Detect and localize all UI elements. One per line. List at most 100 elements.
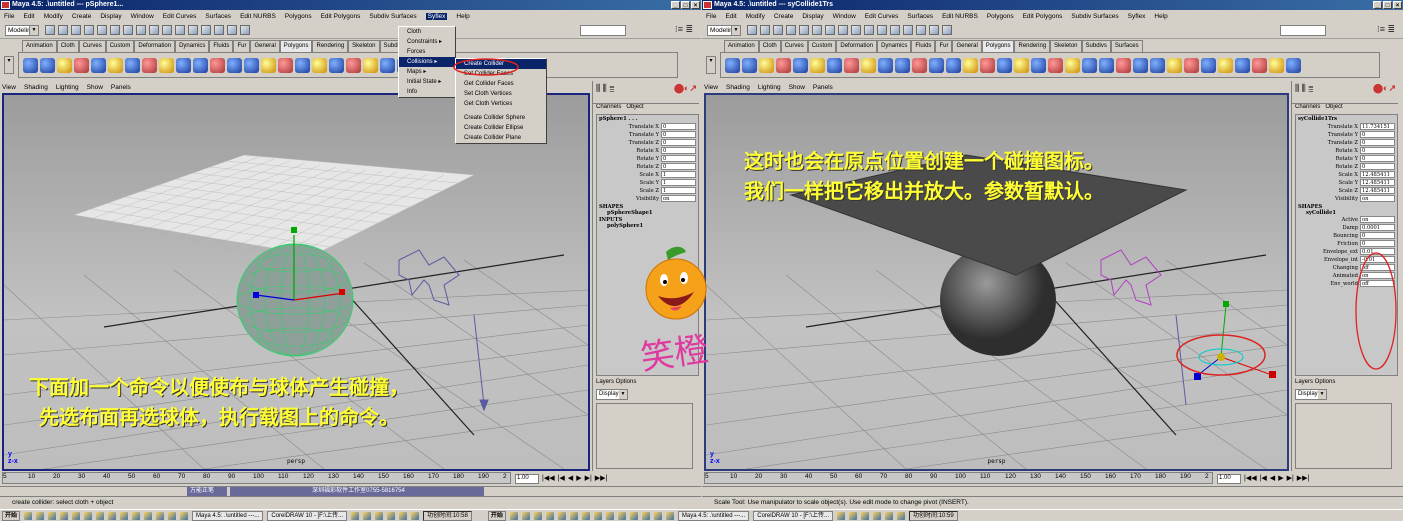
- tray-icon[interactable]: [837, 511, 846, 520]
- quicklaunch-icon[interactable]: [521, 511, 530, 520]
- shelf-tool-icon[interactable]: [23, 57, 38, 73]
- mask-surfaces-icon[interactable]: [162, 25, 172, 35]
- menu-display[interactable]: Display: [802, 13, 823, 20]
- shelf-tool-icon[interactable]: [1031, 57, 1046, 73]
- step-forward-icon[interactable]: ▶|: [585, 474, 592, 482]
- quicklaunch-icon[interactable]: [605, 511, 614, 520]
- shelf-tool-icon[interactable]: [363, 57, 378, 73]
- layer-list[interactable]: [1295, 403, 1392, 469]
- current-frame-field[interactable]: 1.00: [515, 474, 539, 484]
- quicklaunch-icon[interactable]: [617, 511, 626, 520]
- taskbar-button-maya[interactable]: Maya 4.5: .\untitled ---...: [192, 510, 264, 521]
- menu-edit-curves[interactable]: Edit Curves: [163, 13, 197, 20]
- tab-fur[interactable]: Fur: [935, 40, 953, 52]
- tab-dynamics[interactable]: Dynamics: [175, 40, 210, 52]
- menu-edit-nurbs[interactable]: Edit NURBS: [942, 13, 978, 20]
- mask-handles-icon[interactable]: [825, 25, 835, 35]
- mode-dropdown[interactable]: Modeling: [707, 25, 741, 36]
- shelf-tool-icon[interactable]: [1065, 57, 1080, 73]
- menu-syflex[interactable]: Syflex: [1128, 13, 1146, 20]
- quicklaunch-icon[interactable]: [96, 511, 105, 520]
- menu-edit[interactable]: Edit: [23, 13, 34, 20]
- mask-surfaces-icon[interactable]: [864, 25, 874, 35]
- go-to-end-icon[interactable]: ▶▶|: [595, 474, 608, 482]
- select-hierarchy-icon[interactable]: [84, 25, 94, 35]
- shelf-tool-icon[interactable]: [759, 57, 774, 73]
- panel-menu-lighting[interactable]: Lighting: [758, 84, 781, 91]
- quicklaunch-icon[interactable]: [569, 511, 578, 520]
- go-to-end-icon[interactable]: ▶▶|: [1297, 474, 1310, 482]
- tab-general[interactable]: General: [250, 40, 280, 52]
- current-frame-field[interactable]: 1.00: [1217, 474, 1241, 484]
- range-slider[interactable]: [702, 486, 1403, 495]
- quicklaunch-icon[interactable]: [168, 511, 177, 520]
- shelf-tool-icon[interactable]: [1150, 57, 1165, 73]
- quicklaunch-icon[interactable]: [120, 511, 129, 520]
- quicklaunch-icon[interactable]: [593, 511, 602, 520]
- status-line-tools-icon[interactable]: ⁝≡ ≣: [1377, 24, 1395, 35]
- quick-select-field[interactable]: [580, 25, 626, 36]
- channel-value-field[interactable]: 12.485411: [1360, 187, 1395, 194]
- channel-value-field[interactable]: 0: [661, 139, 696, 146]
- shelf-tool-icon[interactable]: [1099, 57, 1114, 73]
- tab-animation[interactable]: Animation: [22, 40, 57, 52]
- layer-menu[interactable]: Layers Options: [1292, 379, 1398, 388]
- syflex-menu-item[interactable]: Cloth: [399, 27, 455, 37]
- menu-file[interactable]: File: [706, 13, 716, 20]
- shelf-tool-icon[interactable]: [278, 57, 293, 73]
- shelf-tool-icon[interactable]: [912, 57, 927, 73]
- channel-tab-object[interactable]: Object: [1325, 104, 1342, 113]
- menu-edit-polygons[interactable]: Edit Polygons: [321, 13, 361, 20]
- tray-icon[interactable]: [873, 511, 882, 520]
- shelf-tool-icon[interactable]: [810, 57, 825, 73]
- tab-rendering[interactable]: Rendering: [312, 40, 349, 52]
- shelf-tool-icon[interactable]: [193, 57, 208, 73]
- panel-menu-shading[interactable]: Shading: [24, 84, 48, 91]
- menu-polygons[interactable]: Polygons: [285, 13, 312, 20]
- shelf-tool-icon[interactable]: [997, 57, 1012, 73]
- channel-value-field[interactable]: 0: [1360, 139, 1395, 146]
- close-button[interactable]: ×: [1393, 1, 1402, 9]
- shelf-tool-icon[interactable]: [295, 57, 310, 73]
- tab-polygons[interactable]: Polygons: [279, 40, 313, 52]
- mask-misc-icon[interactable]: [214, 25, 224, 35]
- tab-curves[interactable]: Curves: [780, 40, 808, 52]
- collisions-menu-item[interactable]: Set Cloth Vertices: [456, 89, 546, 99]
- tab-cloth[interactable]: Cloth: [56, 40, 79, 52]
- shelf-menu-button[interactable]: ▾: [706, 56, 716, 74]
- menu-window[interactable]: Window: [833, 13, 856, 20]
- tray-icon[interactable]: [351, 511, 360, 520]
- quicklaunch-icon[interactable]: [36, 511, 45, 520]
- channel-value-field[interactable]: 0: [1360, 147, 1395, 154]
- node-name[interactable]: syCollide1Trs: [1296, 115, 1397, 123]
- step-back-icon[interactable]: |◀: [1260, 474, 1267, 482]
- mask-render-icon[interactable]: [903, 25, 913, 35]
- tab-curves[interactable]: Curves: [78, 40, 106, 52]
- maximize-button[interactable]: □: [681, 1, 690, 9]
- channel-value-field[interactable]: on: [1360, 216, 1395, 223]
- mask-render-icon[interactable]: [201, 25, 211, 35]
- channel-value-field[interactable]: 0: [661, 155, 696, 162]
- tab-animation[interactable]: Animation: [724, 40, 759, 52]
- tray-icon[interactable]: [411, 511, 420, 520]
- channel-value-field[interactable]: 12.485411: [1360, 171, 1395, 178]
- open-scene-icon[interactable]: [760, 25, 770, 35]
- mask-joints-icon[interactable]: [838, 25, 848, 35]
- channel-value-field[interactable]: 0.0001: [1360, 224, 1395, 231]
- input-node[interactable]: polySphere1: [597, 223, 698, 229]
- shelf-tool-icon[interactable]: [91, 57, 106, 73]
- select-component-icon[interactable]: [812, 25, 822, 35]
- tab-rendering[interactable]: Rendering: [1014, 40, 1051, 52]
- shelf-tool-icon[interactable]: [74, 57, 89, 73]
- layer-list[interactable]: [596, 403, 693, 469]
- shelf-tool-icon[interactable]: [827, 57, 842, 73]
- channel-value-field[interactable]: 0: [661, 163, 696, 170]
- play-back-icon[interactable]: ◀: [1270, 474, 1275, 482]
- tab-fur[interactable]: Fur: [233, 40, 251, 52]
- tray-icon[interactable]: [375, 511, 384, 520]
- shelf-tool-icon[interactable]: [1133, 57, 1148, 73]
- taskbar-button-maya[interactable]: Maya 4.5: .\untitled ---...: [677, 510, 750, 521]
- channel-value-field[interactable]: 1: [661, 179, 696, 186]
- shelf-tool-icon[interactable]: [725, 57, 740, 73]
- channel-value-field[interactable]: 0: [1360, 240, 1395, 247]
